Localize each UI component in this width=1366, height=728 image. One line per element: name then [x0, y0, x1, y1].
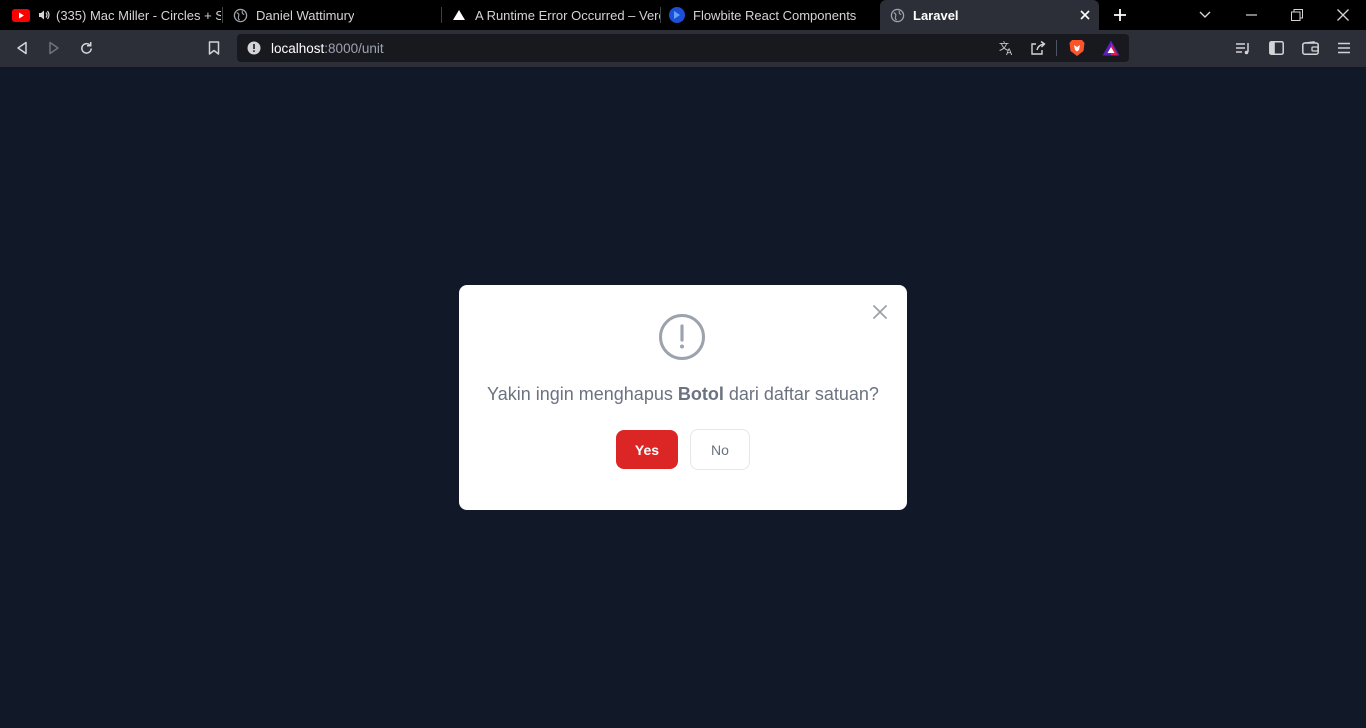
youtube-icon [12, 7, 30, 23]
url-host: localhost [271, 41, 325, 56]
message-item-name: Botol [677, 384, 724, 404]
page-content: Yakin ingin menghapus Botol dari daftar … [0, 67, 1366, 728]
exclamation-circle-icon [658, 313, 706, 361]
site-info-icon[interactable] [247, 41, 261, 55]
address-bar[interactable]: localhost:8000/unit 文A [237, 34, 1129, 62]
tab-title: Daniel Wattimury [256, 7, 355, 23]
tab-youtube[interactable]: (335) Mac Miller - Circles + Sur [0, 0, 223, 30]
message-suffix: dari daftar satuan? [723, 384, 879, 404]
delete-confirmation-modal: Yakin ingin menghapus Botol dari daftar … [459, 285, 907, 510]
url-text: localhost:8000/unit [271, 41, 384, 56]
close-icon[interactable] [870, 302, 890, 322]
brave-rewards-icon[interactable] [1099, 36, 1123, 60]
globe-icon [232, 7, 248, 23]
tab-vercel[interactable]: A Runtime Error Occurred – Vercel [442, 0, 661, 30]
yes-button[interactable]: Yes [616, 430, 678, 469]
menu-icon[interactable] [1332, 36, 1356, 60]
share-icon[interactable] [1026, 36, 1050, 60]
tab-flowbite[interactable]: Flowbite React Components [661, 0, 880, 30]
tab-daniel[interactable]: Daniel Wattimury [223, 0, 442, 30]
forward-button[interactable] [42, 36, 66, 60]
restore-button[interactable] [1274, 0, 1320, 30]
translate-icon[interactable]: 文A [995, 36, 1019, 60]
tab-search-button[interactable] [1182, 0, 1228, 30]
globe-icon [889, 7, 905, 23]
vercel-icon [451, 7, 467, 23]
minimize-button[interactable] [1228, 0, 1274, 30]
sidebar-icon[interactable] [1264, 36, 1288, 60]
confirmation-message: Yakin ingin menghapus Botol dari daftar … [459, 384, 907, 405]
tab-title: A Runtime Error Occurred – Vercel [475, 7, 661, 23]
playlist-icon[interactable] [1231, 36, 1255, 60]
brave-shields-icon[interactable] [1065, 36, 1089, 60]
no-button[interactable]: No [690, 429, 750, 470]
message-prefix: Yakin ingin menghapus [487, 384, 678, 404]
new-tab-button[interactable] [1108, 3, 1132, 27]
reload-button[interactable] [74, 36, 98, 60]
close-window-button[interactable] [1320, 0, 1366, 30]
tab-title: Flowbite React Components [693, 7, 857, 23]
close-tab-icon[interactable] [1077, 7, 1093, 23]
tab-strip: (335) Mac Miller - Circles + Sur Daniel … [0, 0, 1366, 30]
flowbite-icon [669, 7, 685, 23]
svg-text:A: A [1006, 48, 1013, 56]
wallet-icon[interactable] [1298, 36, 1322, 60]
tab-title: Laravel [913, 7, 959, 23]
back-button[interactable] [10, 36, 34, 60]
bookmark-icon[interactable] [202, 36, 226, 60]
tab-title: (335) Mac Miller - Circles + Sur [56, 7, 221, 23]
url-path: :8000/unit [324, 41, 384, 56]
tab-laravel[interactable]: Laravel [880, 0, 1099, 30]
browser-toolbar: localhost:8000/unit 文A [0, 30, 1366, 67]
divider [1056, 40, 1057, 56]
speaker-icon[interactable] [38, 7, 50, 23]
